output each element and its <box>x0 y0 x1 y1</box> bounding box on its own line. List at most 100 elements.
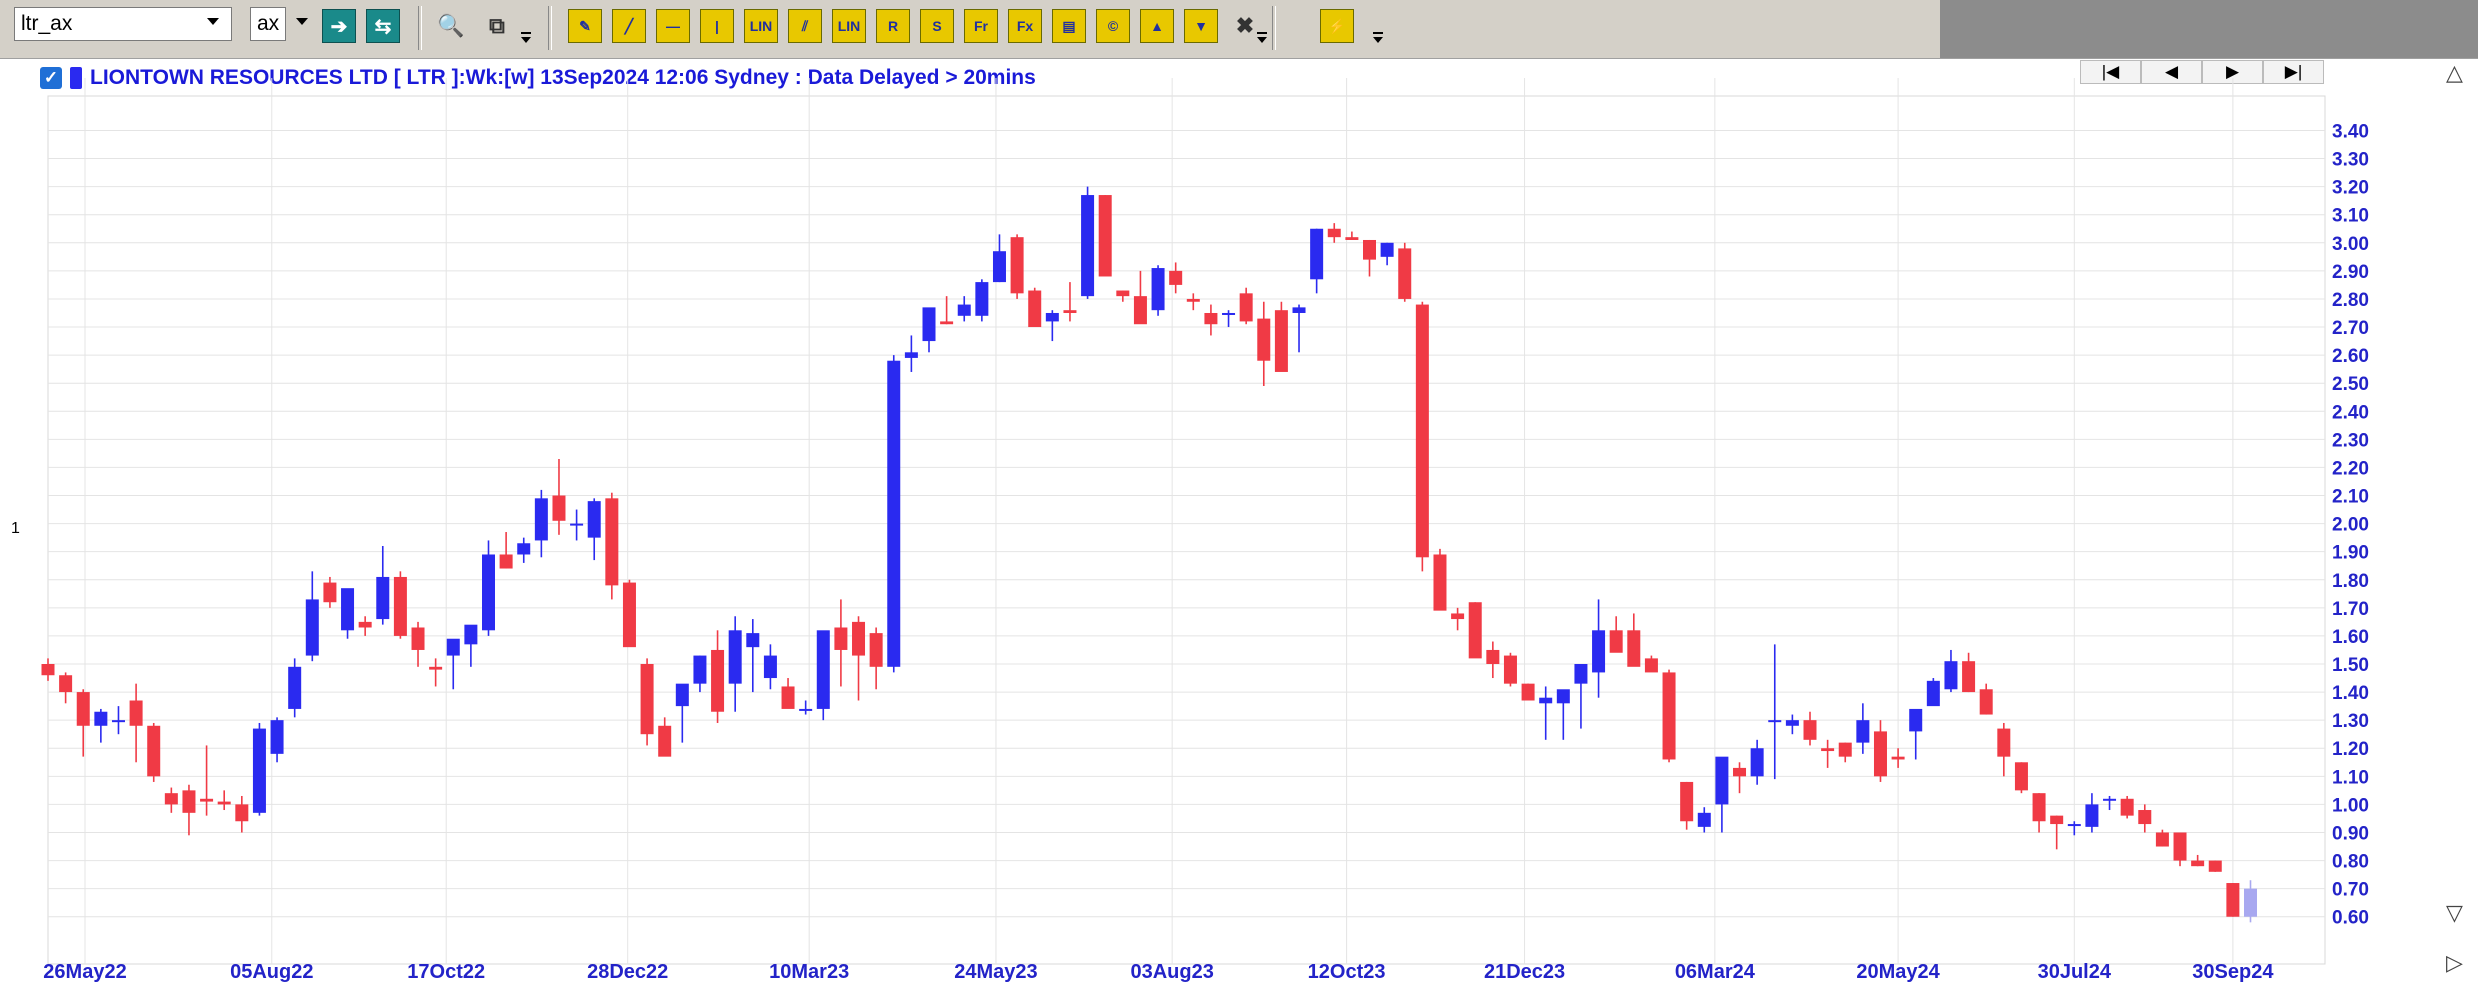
candle[interactable] <box>570 509 584 541</box>
candle[interactable] <box>1962 652 1976 693</box>
candle[interactable] <box>1151 265 1165 316</box>
candle[interactable] <box>517 537 531 563</box>
candle[interactable] <box>1468 602 1482 659</box>
candle[interactable] <box>1327 223 1341 243</box>
candle[interactable] <box>728 616 742 712</box>
candle[interactable] <box>1045 310 1059 342</box>
candle[interactable] <box>1486 641 1500 679</box>
candle[interactable] <box>217 790 231 811</box>
candle[interactable] <box>164 787 178 813</box>
candle[interactable] <box>2085 793 2099 833</box>
candle[interactable] <box>1451 607 1465 631</box>
candle[interactable] <box>129 683 143 763</box>
candle[interactable] <box>746 619 760 693</box>
candle[interactable] <box>1116 290 1130 302</box>
candle[interactable] <box>1785 714 1799 735</box>
candle[interactable] <box>252 722 266 816</box>
candle[interactable] <box>1274 301 1288 372</box>
candle[interactable] <box>2226 883 2240 917</box>
candle[interactable] <box>41 658 55 681</box>
candle[interactable] <box>1433 548 1447 611</box>
candle[interactable] <box>2014 762 2028 794</box>
candle[interactable] <box>1169 262 1183 294</box>
candle[interactable] <box>59 672 73 704</box>
candle[interactable] <box>1310 228 1324 294</box>
candle[interactable] <box>1609 616 1623 653</box>
candle[interactable] <box>1133 270 1147 325</box>
candle[interactable] <box>781 678 795 709</box>
candle[interactable] <box>1222 310 1236 328</box>
candle[interactable] <box>1909 708 1923 760</box>
candle[interactable] <box>1662 669 1676 763</box>
candle[interactable] <box>1292 304 1306 353</box>
candle[interactable] <box>1239 287 1253 325</box>
candle[interactable] <box>1257 301 1271 386</box>
candle[interactable] <box>834 599 848 687</box>
candle[interactable] <box>922 307 936 353</box>
candle[interactable] <box>975 279 989 322</box>
candle[interactable] <box>799 700 813 715</box>
candle[interactable] <box>1680 781 1694 830</box>
candle[interactable] <box>2067 821 2081 836</box>
candle[interactable] <box>1856 703 1870 754</box>
candle[interactable] <box>1539 686 1553 740</box>
candle[interactable] <box>2173 832 2187 867</box>
candle[interactable] <box>76 689 90 757</box>
candle[interactable] <box>1644 655 1658 673</box>
candle[interactable] <box>534 489 548 558</box>
candle[interactable] <box>587 498 601 561</box>
candle[interactable] <box>1503 652 1517 687</box>
candle[interactable] <box>1028 287 1042 328</box>
candle[interactable] <box>288 658 302 718</box>
candle[interactable] <box>992 234 1006 283</box>
candle[interactable] <box>658 717 672 757</box>
candle[interactable] <box>235 795 249 833</box>
candle[interactable] <box>852 616 866 701</box>
candle[interactable] <box>376 546 390 625</box>
candle[interactable] <box>147 722 161 782</box>
candle[interactable] <box>2120 795 2134 819</box>
candle[interactable] <box>1697 807 1711 833</box>
candle[interactable] <box>94 708 108 743</box>
candle[interactable] <box>270 717 284 763</box>
candle[interactable] <box>869 627 883 690</box>
candle[interactable] <box>1415 301 1429 572</box>
candle[interactable] <box>2032 793 2046 833</box>
candle[interactable] <box>1873 720 1887 782</box>
candlestick-chart[interactable]: 0.60 0.70 0.80 0.90 1.00 1.10 1.20 1.30 1.40 1.50… <box>0 0 2478 990</box>
candle[interactable] <box>499 532 513 569</box>
candle[interactable] <box>323 576 337 608</box>
candle[interactable] <box>957 296 971 322</box>
candle[interactable] <box>1979 683 1993 715</box>
candle[interactable] <box>1592 599 1606 698</box>
candle[interactable] <box>2244 880 2257 923</box>
candle[interactable] <box>675 683 689 743</box>
candle[interactable] <box>1803 711 1817 746</box>
candle[interactable] <box>358 616 372 636</box>
candle[interactable] <box>1521 683 1535 701</box>
candle[interactable] <box>2103 795 2117 811</box>
candle[interactable] <box>1891 748 1905 768</box>
candle[interactable] <box>341 588 355 639</box>
candle[interactable] <box>1768 644 1782 780</box>
candle[interactable] <box>1733 762 1747 794</box>
candle[interactable] <box>305 571 319 662</box>
candle[interactable] <box>1063 282 1077 322</box>
candle[interactable] <box>1098 195 1112 277</box>
candle[interactable] <box>464 624 478 667</box>
candle[interactable] <box>640 658 654 746</box>
candle[interactable] <box>1715 756 1729 833</box>
candle[interactable] <box>1380 242 1394 266</box>
candle[interactable] <box>1627 613 1641 667</box>
candle[interactable] <box>1186 293 1200 311</box>
candle[interactable] <box>1204 304 1218 336</box>
candle[interactable] <box>200 745 214 816</box>
candle[interactable] <box>182 784 196 836</box>
candle[interactable] <box>1997 722 2011 777</box>
candle[interactable] <box>429 658 443 687</box>
candle[interactable] <box>1574 664 1588 729</box>
candle[interactable] <box>887 355 901 673</box>
candle[interactable] <box>1838 742 1852 763</box>
candle[interactable] <box>1081 186 1095 299</box>
candle[interactable] <box>1944 649 1958 693</box>
